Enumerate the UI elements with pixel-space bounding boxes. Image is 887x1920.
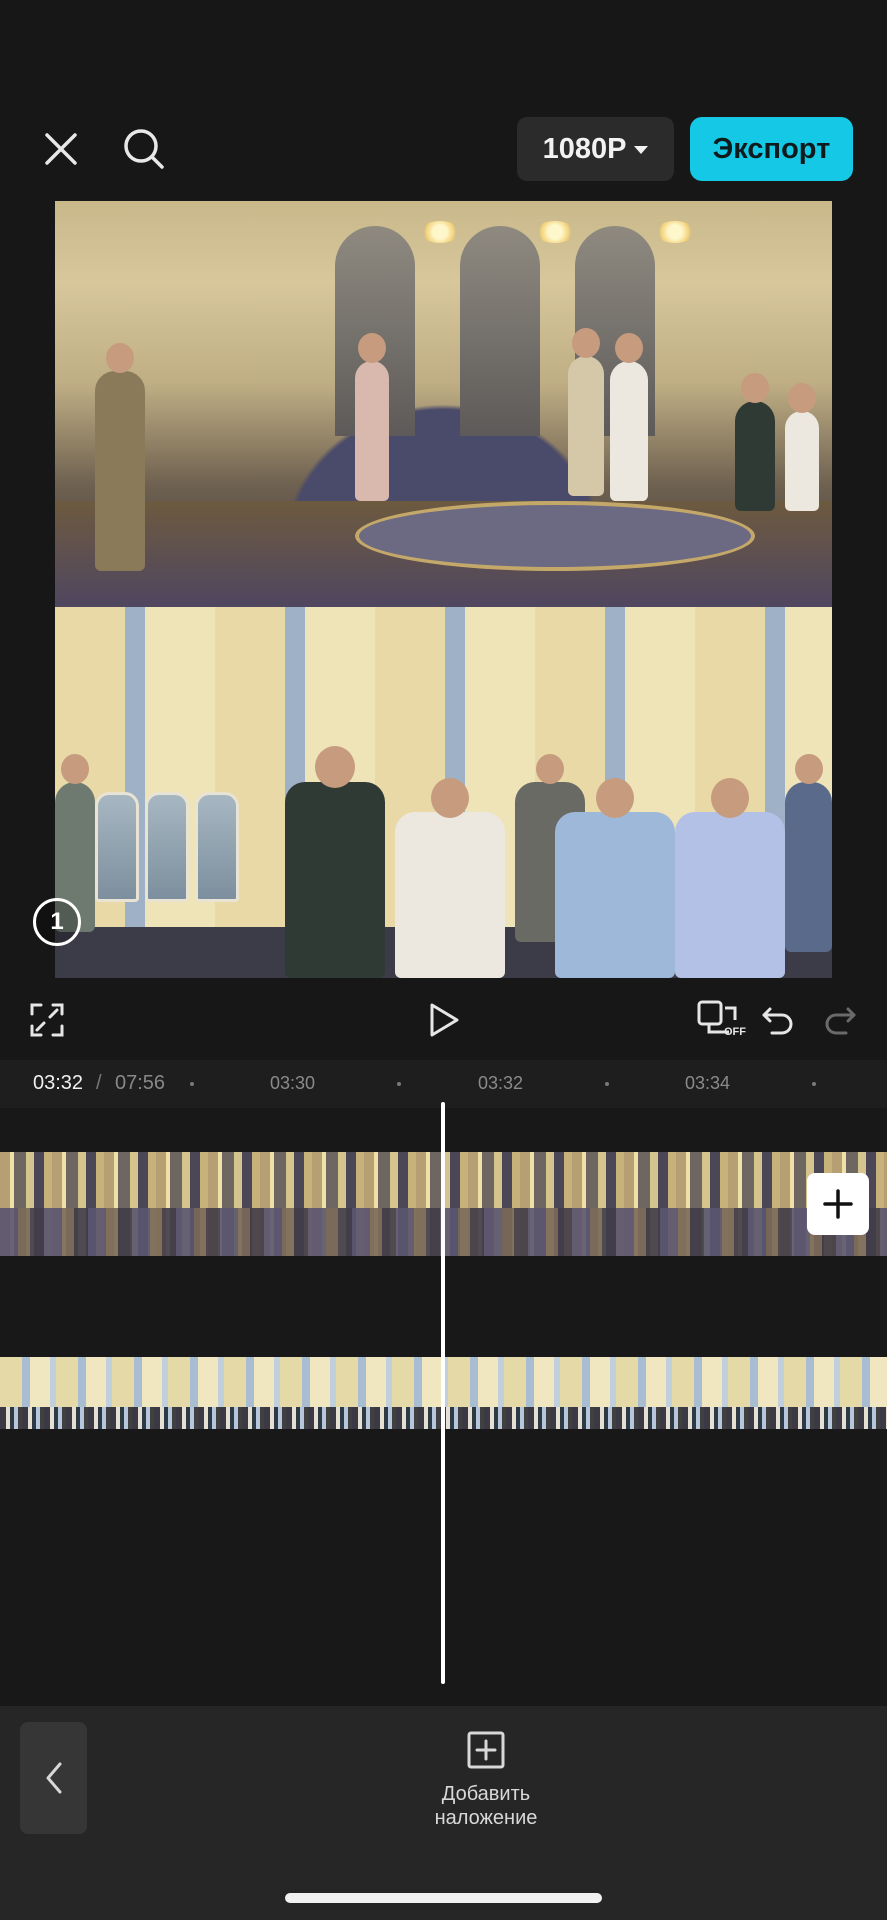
back-button[interactable] (20, 1722, 87, 1834)
redo-icon[interactable] (812, 992, 868, 1048)
photographer (95, 343, 145, 571)
resolution-button[interactable]: 1080P (517, 117, 674, 181)
add-clip-button[interactable] (807, 1173, 869, 1235)
search-icon[interactable] (116, 121, 172, 177)
add-overlay-button[interactable]: Добавить наложение (400, 1730, 572, 1840)
home-indicator[interactable] (285, 1893, 602, 1903)
time-separator: / (96, 1072, 102, 1094)
keyframe-off-icon[interactable]: OFF (688, 992, 752, 1048)
current-time: 03:32 (33, 1072, 84, 1094)
resolution-label: 1080P (542, 132, 627, 165)
guest (785, 754, 832, 952)
fullscreen-icon[interactable] (19, 992, 75, 1048)
add-icon (823, 1189, 853, 1219)
ruler-tick-label: 03:34 (685, 1073, 731, 1093)
keyframe-off-label: OFF (724, 1026, 746, 1038)
ruler-tick-label: 03:30 (270, 1073, 316, 1093)
ruler-tick-label: 03:32 (478, 1073, 524, 1093)
guest-woman-white (395, 778, 505, 978)
guest-man (285, 746, 385, 978)
seated-guest (735, 373, 775, 511)
total-time: 07:56 (115, 1072, 166, 1094)
preview-frame-guests (55, 607, 832, 978)
seated-guest (785, 383, 819, 511)
window-drape (460, 226, 540, 436)
chair (95, 792, 139, 902)
chandelier (535, 221, 575, 243)
add-overlay-label-line1: Добавить (441, 1783, 531, 1805)
chair (195, 792, 239, 902)
layer-badge: 1 (33, 898, 81, 946)
ruler-dot (605, 1082, 609, 1086)
bride (610, 333, 648, 501)
playhead[interactable] (441, 1102, 445, 1684)
chandelier (420, 221, 460, 243)
play-icon[interactable] (416, 992, 472, 1048)
preview-frame-ceremony-hall (55, 201, 832, 607)
guest-woman-lilac (675, 778, 785, 978)
ruler-dot (812, 1082, 816, 1086)
video-preview[interactable] (55, 201, 832, 978)
round-carpet (355, 501, 755, 571)
add-overlay-label: Добавить наложение (435, 1782, 538, 1830)
ruler-dot (397, 1082, 401, 1086)
caret-down-icon (634, 146, 649, 154)
guest-woman-blue (555, 778, 675, 978)
undo-icon[interactable] (750, 992, 806, 1048)
ruler-dot (190, 1082, 194, 1086)
export-button[interactable]: Экспорт (690, 117, 853, 181)
guest (355, 333, 389, 501)
chevron-left-icon (46, 1762, 61, 1794)
add-overlay-icon (467, 1731, 505, 1769)
groom (568, 328, 604, 496)
add-overlay-label-line2: наложение (434, 1807, 538, 1829)
chair (145, 792, 189, 902)
chandelier (655, 221, 695, 243)
close-icon[interactable] (33, 121, 89, 177)
